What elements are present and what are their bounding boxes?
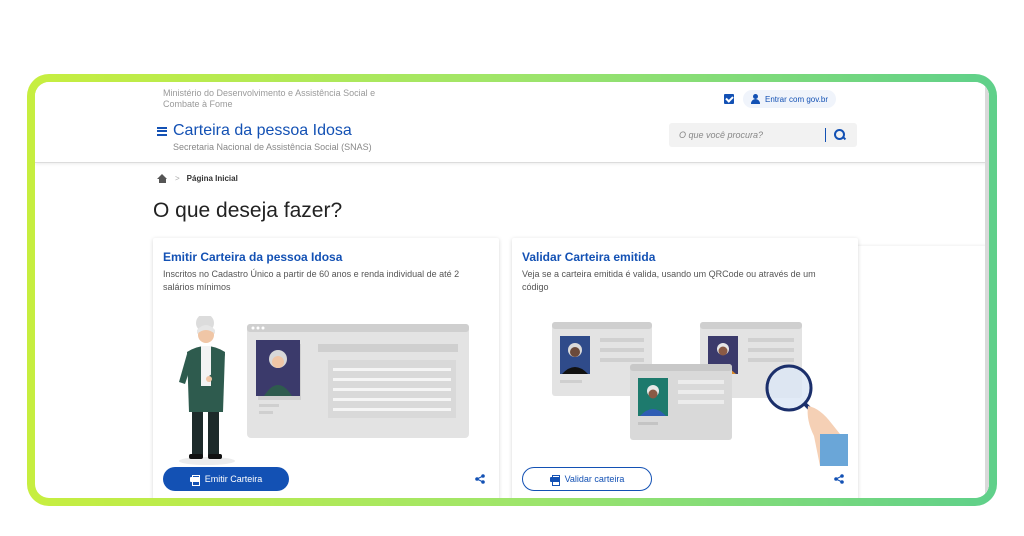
breadcrumb-current: Página Inicial	[186, 174, 238, 183]
site-subtitle: Secretaria Nacional de Assistência Socia…	[173, 142, 372, 152]
menu-icon[interactable]	[157, 126, 167, 136]
search-divider	[825, 128, 826, 142]
elderly-person-illustration	[179, 316, 469, 465]
login-button[interactable]: Entrar com gov.br	[743, 90, 836, 108]
home-icon[interactable]	[157, 174, 168, 183]
browser-viewport: Ministério do Desenvolvimento e Assistên…	[35, 82, 989, 498]
site-header: Ministério do Desenvolvimento e Assistên…	[35, 82, 989, 498]
site-title[interactable]: Carteira da pessoa Idosa	[173, 122, 352, 140]
validate-card-button-label: Validar carteira	[564, 474, 625, 484]
ministry-name: Ministério do Desenvolvimento e Assistên…	[163, 88, 376, 109]
login-label: Entrar com gov.br	[765, 94, 828, 104]
search-icon[interactable]	[834, 129, 846, 141]
share-icon[interactable]	[475, 474, 485, 484]
device-frame: Ministério do Desenvolvimento e Assistên…	[27, 74, 997, 506]
id-validation-illustration	[552, 322, 848, 466]
search-bar	[669, 123, 857, 147]
checkbox-icon[interactable]	[724, 94, 734, 104]
validate-card: Validar Carteira emitida Veja se a carte…	[512, 238, 858, 498]
breadcrumb: > Página Inicial	[157, 174, 238, 183]
emit-card-button-label: Emitir Carteira	[204, 474, 263, 484]
emit-card: Emitir Carteira da pessoa Idosa Inscrito…	[153, 238, 499, 498]
validate-card-description: Veja se a carteira emitida é valida, usa…	[522, 269, 816, 292]
emit-card-button[interactable]: Emitir Carteira	[163, 467, 289, 491]
validate-card-title[interactable]: Validar Carteira emitida	[522, 250, 655, 264]
share-icon[interactable]	[834, 474, 844, 484]
user-icon	[751, 94, 760, 104]
page-title: O que deseja fazer?	[153, 199, 343, 222]
printer-icon	[189, 474, 200, 486]
header-actions: Entrar com gov.br	[724, 90, 989, 498]
printer-icon	[549, 474, 560, 486]
emit-card-description: Inscritos no Cadastro Único a partir de …	[163, 269, 460, 292]
emit-card-title[interactable]: Emitir Carteira da pessoa Idosa	[163, 250, 342, 264]
validate-card-button[interactable]: Validar carteira	[522, 467, 652, 491]
search-input[interactable]	[669, 130, 819, 140]
site-title-row: Carteira da pessoa Idosa	[157, 122, 352, 140]
page-scrollbar[interactable]	[985, 82, 989, 498]
breadcrumb-separator: >	[175, 174, 180, 183]
